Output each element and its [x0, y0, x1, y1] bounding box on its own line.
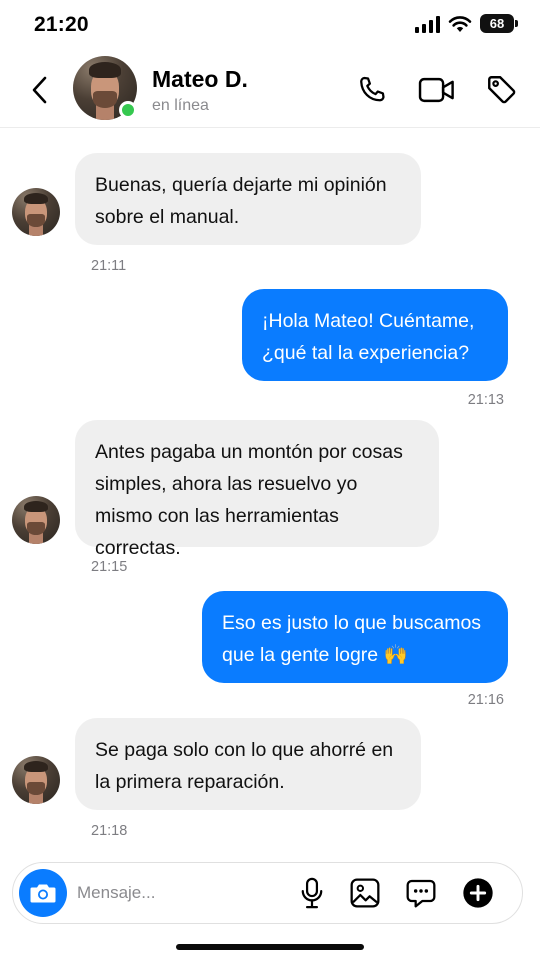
status-bar: 21:20 68 — [0, 0, 540, 52]
battery-icon: 68 — [480, 14, 518, 33]
back-arrow-icon — [32, 76, 47, 104]
message-bubble-outgoing[interactable]: ¡Hola Mateo! Cuéntame, ¿qué tal la exper… — [242, 289, 508, 381]
camera-button[interactable] — [19, 869, 67, 917]
sender-avatar[interactable] — [12, 496, 60, 544]
message-timestamp: 21:18 — [91, 823, 128, 839]
sender-avatar[interactable] — [12, 188, 60, 236]
add-attachment-button[interactable] — [459, 874, 497, 912]
status-icons: 68 — [415, 14, 518, 33]
message-input[interactable] — [77, 875, 277, 911]
microphone-icon — [301, 877, 323, 909]
gallery-button[interactable] — [346, 874, 384, 912]
call-button[interactable] — [352, 70, 392, 110]
tag-button[interactable] — [482, 70, 522, 110]
contact-name[interactable]: Mateo D. — [152, 66, 248, 93]
add-icon — [463, 878, 493, 908]
chat-header: Mateo D. en línea — [0, 52, 540, 128]
voice-message-button[interactable] — [293, 874, 331, 912]
message-bubble-incoming[interactable]: Buenas, quería dejarte mi opinión sobre … — [75, 153, 421, 245]
message-bubble-outgoing[interactable]: Eso es justo lo que buscamos que la gent… — [202, 591, 508, 683]
message-list[interactable]: Buenas, quería dejarte mi opinión sobre … — [0, 128, 540, 856]
cellular-signal-icon — [415, 15, 440, 33]
contact-status: en línea — [152, 97, 209, 114]
online-indicator — [119, 101, 137, 119]
wifi-icon — [448, 15, 472, 32]
message-timestamp: 21:13 — [467, 392, 504, 408]
camera-icon — [30, 884, 56, 903]
phone-icon — [360, 76, 385, 102]
status-time: 21:20 — [34, 13, 89, 36]
sender-avatar[interactable] — [12, 756, 60, 804]
message-bubble-incoming[interactable]: Antes pagaba un montón por cosas simples… — [75, 420, 439, 559]
image-icon — [350, 878, 380, 908]
message-timestamp: 21:15 — [91, 559, 128, 575]
video-call-button[interactable] — [417, 70, 457, 110]
home-indicator[interactable] — [176, 944, 364, 950]
message-composer — [12, 862, 523, 924]
message-timestamp: 21:11 — [91, 258, 127, 274]
message-timestamp: 21:16 — [467, 692, 504, 708]
video-camera-icon — [418, 77, 454, 103]
message-bubble-incoming[interactable]: Se paga solo con lo que ahorré en la pri… — [75, 718, 421, 810]
sticker-button[interactable] — [402, 874, 440, 912]
tag-icon — [488, 76, 516, 104]
back-button[interactable] — [22, 70, 58, 110]
chat-bubble-icon — [406, 879, 436, 908]
